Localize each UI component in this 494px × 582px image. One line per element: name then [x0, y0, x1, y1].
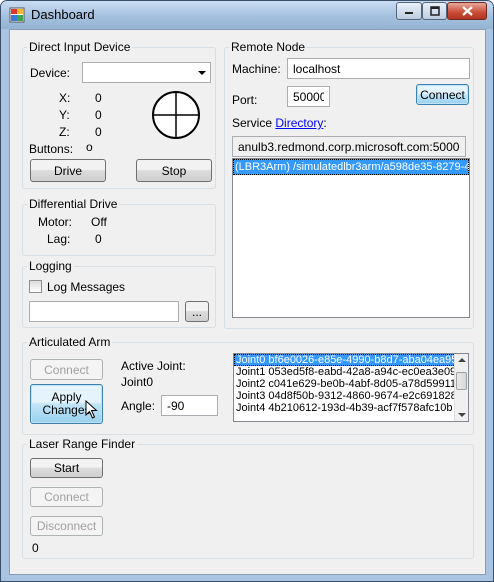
x-label: X: [59, 91, 71, 105]
title-bar[interactable]: Dashboard [1, 1, 493, 29]
angle-label: Angle: [121, 399, 156, 413]
device-label: Device: [30, 66, 71, 80]
joint-list-item[interactable]: Joint0 bf6e0026-e85e-4990-b8d7-aba04ea95 [234, 354, 468, 366]
scroll-down-icon[interactable] [458, 413, 466, 417]
z-value: 0 [95, 125, 102, 139]
joint-list-item[interactable]: Joint3 04d8f50b-9312-4860-9674-e2c691828 [234, 390, 468, 402]
port-field[interactable] [287, 86, 330, 107]
dashboard-window: Dashboard Direct Input Device Device: X:… [0, 0, 494, 582]
minimize-icon [405, 12, 413, 14]
laser-connect-button[interactable]: Connect [30, 487, 103, 507]
direct-input-group-label: Direct Input Device [27, 40, 133, 54]
y-value: 0 [95, 108, 102, 122]
lag-value: 0 [95, 232, 102, 246]
maximize-button[interactable] [422, 2, 447, 20]
laser-range-finder-group-label: Laser Range Finder [27, 437, 138, 451]
laser-disconnect-button[interactable]: Disconnect [30, 516, 103, 536]
remote-connect-button[interactable]: Connect [416, 84, 469, 105]
browse-button[interactable]: ... [185, 301, 209, 322]
joints-scrollbar[interactable] [454, 354, 468, 421]
motor-value: Off [91, 215, 107, 229]
direct-input-group: Direct Input Device Device: X: 0 Y: 0 Z:… [22, 40, 216, 189]
log-file-field[interactable] [29, 301, 179, 322]
log-messages-checkbox[interactable] [29, 280, 42, 293]
buttons-value: o [86, 140, 93, 154]
mouse-cursor-icon [85, 400, 98, 419]
device-dropdown[interactable] [82, 62, 211, 83]
y-label: Y: [59, 108, 70, 122]
service-list-item[interactable]: (LBR3Arm) /simulatedlbr3arm/a598de35-827… [233, 159, 469, 175]
logging-group-label: Logging [27, 259, 74, 273]
angle-field[interactable] [161, 395, 218, 416]
motor-label: Motor: [38, 215, 73, 229]
window-title: Dashboard [31, 7, 95, 22]
scroll-up-icon[interactable] [458, 358, 466, 362]
service-directory-label: Service Directory: [232, 116, 327, 130]
log-messages-label[interactable]: Log Messages [47, 280, 125, 294]
service-directory-link[interactable]: Directory [275, 116, 323, 130]
chevron-down-icon[interactable] [198, 71, 206, 75]
close-icon [461, 6, 473, 16]
remote-node-group: Remote Node Machine: Port: Connect Servi… [224, 40, 474, 329]
directory-field [232, 136, 466, 157]
stop-button[interactable]: Stop [136, 159, 212, 182]
close-button[interactable] [447, 2, 487, 20]
buttons-label: Buttons: [29, 142, 74, 156]
active-joint-value: Joint0 [121, 375, 154, 389]
articulated-arm-group: Articulated Arm Connect Apply Changes Ac… [22, 335, 474, 435]
x-value: 0 [95, 91, 102, 105]
active-joint-label: Active Joint: [121, 359, 186, 373]
articulated-arm-group-label: Articulated Arm [27, 335, 113, 349]
joint-list-item[interactable]: Joint2 c041e629-be0b-4abf-8d05-a78d59911 [234, 378, 468, 390]
drive-button[interactable]: Drive [30, 159, 106, 182]
differential-drive-group-label: Differential Drive [27, 197, 120, 211]
joints-list[interactable]: Joint0 bf6e0026-e85e-4990-b8d7-aba04ea95… [233, 353, 469, 422]
app-icon [9, 7, 25, 23]
laser-value: 0 [32, 541, 39, 555]
services-list[interactable]: (LBR3Arm) /simulatedlbr3arm/a598de35-827… [232, 158, 470, 318]
machine-field[interactable] [287, 58, 470, 79]
laser-start-button[interactable]: Start [30, 458, 103, 478]
joint-list-item[interactable]: Joint4 4b210612-193d-4b39-acf7f578afc10b [234, 402, 468, 414]
joint-list-item[interactable]: Joint1 053ed5f8-eabd-42a8-a94c-ec0ea3e09 [234, 366, 468, 378]
lag-label: Lag: [47, 232, 71, 246]
minimize-button[interactable] [396, 2, 422, 20]
laser-range-finder-group: Laser Range Finder Start Connect Disconn… [22, 437, 474, 559]
joystick-crosshair-icon[interactable] [151, 90, 201, 140]
z-label: Z: [59, 125, 70, 139]
port-label: Port: [232, 93, 258, 107]
arm-connect-button[interactable]: Connect [30, 359, 103, 380]
remote-node-group-label: Remote Node [229, 40, 308, 54]
differential-drive-group: Differential Drive Motor: Off Lag: 0 [22, 197, 216, 256]
scroll-thumb[interactable] [456, 372, 467, 390]
client-area: Direct Input Device Device: X: 0 Y: 0 Z:… [9, 29, 486, 575]
machine-label: Machine: [232, 62, 281, 76]
logging-group: Logging Log Messages ... [22, 259, 216, 328]
maximize-icon [429, 6, 440, 16]
